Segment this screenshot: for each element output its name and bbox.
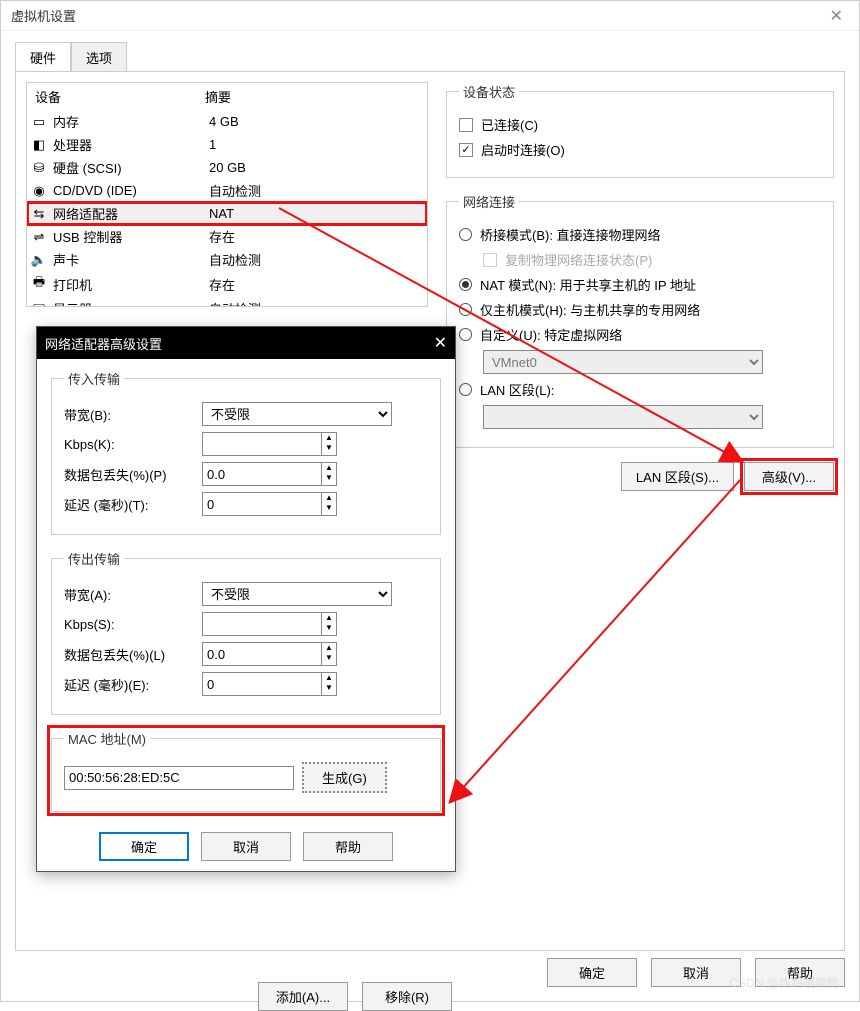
mac-input[interactable] bbox=[64, 766, 294, 790]
bandwidth-in-select[interactable]: 不受限 bbox=[202, 402, 392, 426]
incoming-group: 传入传输 带宽(B):不受限 Kbps(K):▲▼ 数据包丢失(%)(P)▲▼ … bbox=[51, 369, 441, 535]
radio-host[interactable] bbox=[459, 303, 472, 316]
ok-button[interactable]: 确定 bbox=[547, 958, 637, 987]
connected-checkbox[interactable] bbox=[459, 118, 473, 132]
status-legend: 设备状态 bbox=[459, 82, 519, 101]
advanced-button[interactable]: 高级(V)... bbox=[744, 462, 834, 491]
close-icon[interactable]: ✕ bbox=[824, 6, 849, 26]
close-icon[interactable]: ✕ bbox=[434, 333, 447, 353]
radio-lan[interactable] bbox=[459, 383, 472, 396]
network-icon: ⇆ bbox=[31, 206, 47, 222]
vmnet-select: VMnet0 bbox=[483, 350, 763, 374]
kbps-in-input[interactable] bbox=[202, 432, 322, 456]
table-row[interactable]: 🖵显示器自动检测 bbox=[27, 297, 427, 307]
memory-icon: ▭ bbox=[31, 114, 47, 130]
connected-label: 已连接(C) bbox=[481, 115, 538, 134]
table-row[interactable]: ▭内存4 GB bbox=[27, 110, 427, 133]
radio-bridge[interactable] bbox=[459, 228, 472, 241]
spinner-icon[interactable]: ▲▼ bbox=[322, 432, 337, 456]
radio-custom[interactable] bbox=[459, 328, 472, 341]
usb-icon: ⇌ bbox=[31, 229, 47, 245]
bandwidth-out-select[interactable]: 不受限 bbox=[202, 582, 392, 606]
replicate-checkbox bbox=[483, 253, 497, 267]
window-title: 虚拟机设置 bbox=[11, 6, 76, 25]
printer-icon: 🖶 bbox=[31, 273, 47, 295]
table-row[interactable]: 🖶打印机存在 bbox=[27, 271, 427, 297]
loss-out-input[interactable] bbox=[202, 642, 322, 666]
table-row[interactable]: ◉CD/DVD (IDE)自动检测 bbox=[27, 179, 427, 202]
cd-icon: ◉ bbox=[31, 183, 47, 199]
generate-button[interactable]: 生成(G) bbox=[302, 762, 387, 793]
table-row[interactable]: ⇌USB 控制器存在 bbox=[27, 225, 427, 248]
spinner-icon[interactable]: ▲▼ bbox=[322, 642, 337, 666]
lan-select bbox=[483, 405, 763, 429]
settings-window: 虚拟机设置 ✕ 硬件 选项 设备 摘要 ▭内存4 GB ◧处理器1 ⛁ bbox=[0, 0, 860, 1002]
loss-in-input[interactable] bbox=[202, 462, 322, 486]
kbps-out-input[interactable] bbox=[202, 612, 322, 636]
device-status-group: 设备状态 已连接(C) ✓ 启动时连接(O) bbox=[446, 82, 834, 178]
connect-on-label: 启动时连接(O) bbox=[481, 140, 565, 159]
modal-ok-button[interactable]: 确定 bbox=[99, 832, 189, 861]
modal-help-button[interactable]: 帮助 bbox=[303, 832, 393, 861]
lan-segments-button[interactable]: LAN 区段(S)... bbox=[621, 462, 734, 491]
spinner-icon[interactable]: ▲▼ bbox=[322, 612, 337, 636]
network-connection-group: 网络连接 桥接模式(B): 直接连接物理网络 复制物理网络连接状态(P) NAT… bbox=[446, 192, 834, 448]
table-row[interactable]: ⛁硬盘 (SCSI)20 GB bbox=[27, 156, 427, 179]
table-row-network[interactable]: ⇆网络适配器NAT bbox=[27, 202, 427, 225]
radio-nat[interactable] bbox=[459, 278, 472, 291]
modal-cancel-button[interactable]: 取消 bbox=[201, 832, 291, 861]
tabs: 硬件 选项 bbox=[15, 41, 845, 71]
spinner-icon[interactable]: ▲▼ bbox=[322, 492, 337, 516]
device-table: 设备 摘要 ▭内存4 GB ◧处理器1 ⛁硬盘 (SCSI)20 GB ◉CD/… bbox=[26, 82, 428, 307]
sound-icon: 🔈 bbox=[31, 252, 47, 268]
cpu-icon: ◧ bbox=[31, 137, 47, 153]
remove-button[interactable]: 移除(R) bbox=[362, 982, 452, 1011]
advanced-dialog: 网络适配器高级设置 ✕ 传入传输 带宽(B):不受限 Kbps(K):▲▼ 数据… bbox=[36, 326, 456, 872]
delay-in-input[interactable] bbox=[202, 492, 322, 516]
col-summary: 摘要 bbox=[205, 87, 231, 106]
connect-on-checkbox[interactable]: ✓ bbox=[459, 143, 473, 157]
titlebar: 虚拟机设置 ✕ bbox=[1, 1, 859, 31]
netconn-legend: 网络连接 bbox=[459, 192, 519, 211]
outgoing-group: 传出传输 带宽(A):不受限 Kbps(S):▲▼ 数据包丢失(%)(L)▲▼ … bbox=[51, 549, 441, 715]
table-row[interactable]: 🔈声卡自动检测 bbox=[27, 248, 427, 271]
cancel-button[interactable]: 取消 bbox=[651, 958, 741, 987]
disk-icon: ⛁ bbox=[31, 160, 47, 176]
spinner-icon[interactable]: ▲▼ bbox=[322, 672, 337, 696]
delay-out-input[interactable] bbox=[202, 672, 322, 696]
watermark: CSDN @炸鸡嘎嘣脆 bbox=[729, 974, 839, 991]
modal-title: 网络适配器高级设置 bbox=[45, 334, 162, 353]
mac-group: MAC 地址(M) 生成(G) bbox=[51, 729, 441, 812]
display-icon: 🖵 bbox=[31, 301, 47, 308]
table-row[interactable]: ◧处理器1 bbox=[27, 133, 427, 156]
add-button[interactable]: 添加(A)... bbox=[258, 982, 348, 1011]
tab-hardware[interactable]: 硬件 bbox=[15, 42, 71, 72]
tab-options[interactable]: 选项 bbox=[71, 42, 127, 72]
col-device: 设备 bbox=[35, 87, 205, 106]
spinner-icon[interactable]: ▲▼ bbox=[322, 462, 337, 486]
